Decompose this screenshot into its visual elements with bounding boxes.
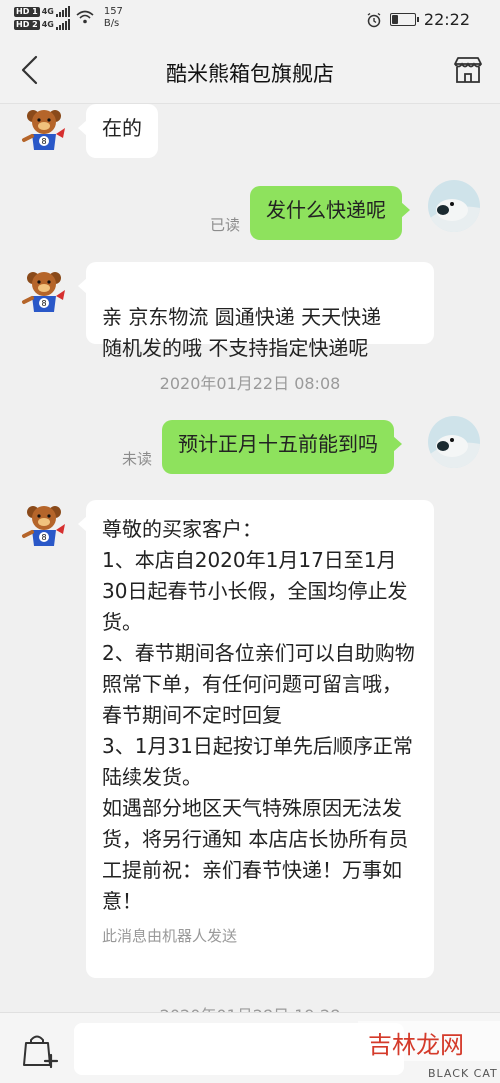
shopping-bag-plus-icon (23, 1035, 59, 1069)
store-button[interactable] (450, 52, 486, 88)
store-avatar[interactable]: 8 (18, 266, 70, 318)
bear-mascot-icon: 8 (22, 506, 65, 546)
read-status: 未读 (122, 450, 153, 468)
chat-list[interactable]: 8 在的 已读 发什么快递呢 8 亲 京东物流 圆通快递 天天快递 随机发的哦 … (0, 104, 500, 1012)
sim2-badge: HD 2 (14, 19, 40, 30)
battery-level (391, 15, 399, 24)
signal1-icon (55, 6, 70, 17)
message-text: 尊敬的买家客户： 1、本店自2020年1月17日至1月30日起春节小长假，全国均… (102, 517, 415, 913)
message-text: 在的 (102, 116, 142, 140)
alarm-icon (367, 12, 381, 27)
input-bar (0, 1012, 500, 1083)
store-avatar[interactable]: 8 (18, 500, 70, 552)
svg-text:8: 8 (41, 137, 46, 146)
message-text: 预计正月十五前能到吗 (178, 432, 378, 456)
message-bubble-incoming[interactable]: 亲 京东物流 圆通快递 天天快递 随机发的哦 不支持指定快递呢 (78, 262, 434, 360)
wifi-icon (76, 10, 94, 24)
message-bubble-incoming[interactable]: 在的 (78, 104, 158, 158)
sim-indicators: HD 1 4G HD 2 4G (14, 6, 70, 30)
seal-avatar-icon (428, 180, 480, 232)
network1-label: 4G (41, 7, 54, 16)
chat-header: 酷米熊箱包旗舰店 (0, 38, 500, 104)
seal-avatar-icon (428, 416, 480, 468)
user-avatar[interactable] (428, 180, 480, 232)
network2-label: 4G (41, 20, 54, 29)
status-bar: HD 1 4G HD 2 4G 157 B/s 22:22 (0, 0, 500, 38)
svg-text:8: 8 (41, 299, 46, 308)
timestamp: 2020年01月22日 08:08 (159, 374, 341, 393)
message-bubble-incoming[interactable]: 尊敬的买家客户： 1、本店自2020年1月17日至1月30日起春节小长假，全国均… (78, 500, 434, 978)
page-title: 酷米熊箱包旗舰店 (166, 62, 334, 86)
message-text: 亲 京东物流 圆通快递 天天快递 随机发的哦 不支持指定快递呢 (102, 305, 382, 360)
bear-mascot-icon: 8 (22, 272, 65, 312)
bear-mascot-icon: 8 (22, 110, 65, 150)
message-input[interactable] (74, 1023, 404, 1075)
store-icon (454, 57, 482, 83)
sim1-badge: HD 1 (14, 6, 40, 17)
signal2-icon (55, 19, 70, 30)
status-right: 22:22 (366, 10, 470, 29)
message-text: 发什么快递呢 (266, 198, 386, 222)
speed-unit: B/s (103, 18, 120, 29)
robot-sent-note: 此消息由机器人发送 (102, 927, 238, 945)
speed-value: 157 (103, 6, 123, 17)
shop-add-button[interactable] (20, 1031, 60, 1071)
clock: 22:22 (423, 10, 470, 29)
store-avatar[interactable]: 8 (18, 104, 70, 156)
message-bubble-outgoing[interactable]: 发什么快递呢 (250, 186, 410, 240)
svg-text:8: 8 (41, 533, 46, 542)
status-left: HD 1 4G HD 2 4G 157 B/s (14, 6, 123, 30)
network-speed: 157 B/s (104, 6, 123, 30)
message-bubble-outgoing[interactable]: 预计正月十五前能到吗 (162, 420, 402, 474)
battery-icon (389, 13, 419, 26)
timestamp: 2020年01月28日 19:28 (0, 1002, 500, 1012)
read-status: 已读 (210, 216, 241, 234)
user-avatar[interactable] (428, 416, 480, 468)
